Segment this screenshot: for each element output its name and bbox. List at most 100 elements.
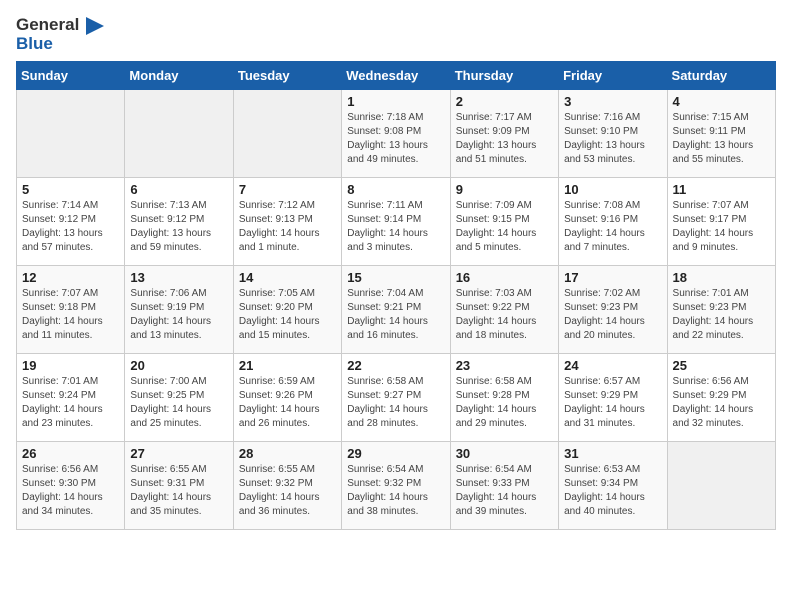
- week-row-0: 1 Sunrise: 7:18 AM Sunset: 9:08 PM Daylig…: [17, 90, 776, 178]
- weekday-header-wednesday: Wednesday: [342, 62, 450, 90]
- calendar-cell: 26Sunrise: 6:56 AM Sunset: 9:30 PM Dayli…: [17, 442, 125, 530]
- day-number: 14: [239, 270, 336, 285]
- cell-info: Sunrise: 7:05 AM Sunset: 9:20 PM Dayligh…: [239, 287, 336, 343]
- calendar-cell: 28 Sunrise: 6:55 AM Sunset: 9:32 PM Dayli…: [233, 442, 341, 530]
- calendar-cell: 6 Sunrise: 7:13 AM Sunset: 9:12 PM Daylig…: [125, 178, 233, 266]
- cell-info: Sunrise: 6:55 AM Sunset: 9:31 PM Dayligh…: [130, 463, 227, 519]
- cell-info: Sunrise: 7:02 AM Sunset: 9:23 PM Dayligh…: [564, 287, 661, 343]
- day-number: 26: [22, 446, 119, 461]
- calendar-cell: 14 Sunrise: 7:05 AM Sunset: 9:20 PM Dayli…: [233, 266, 341, 354]
- day-number: 24: [564, 358, 661, 373]
- cell-info: Sunrise: 7:18 AM Sunset: 9:08 PM Dayligh…: [347, 111, 444, 167]
- day-number: 20: [130, 358, 227, 373]
- weekday-header-thursday: Thursday: [450, 62, 558, 90]
- week-row-2: 12Sunrise: 7:07 AM Sunset: 9:18 PM Dayli…: [17, 266, 776, 354]
- day-number: 25: [673, 358, 770, 373]
- day-number: 13: [130, 270, 227, 285]
- cell-info: Sunrise: 7:08 AM Sunset: 9:16 PM Dayligh…: [564, 199, 661, 255]
- calendar-cell: 31 Sunrise: 6:53 AM Sunset: 9:34 PM Dayli…: [559, 442, 667, 530]
- calendar-cell: 24Sunrise: 6:57 AM Sunset: 9:29 PM Dayli…: [559, 354, 667, 442]
- logo-general: General: [16, 15, 79, 34]
- calendar-cell: 9 Sunrise: 7:09 AM Sunset: 9:15 PM Daylig…: [450, 178, 558, 266]
- week-row-1: 5 Sunrise: 7:14 AM Sunset: 9:12 PM Daylig…: [17, 178, 776, 266]
- calendar-cell: [125, 90, 233, 178]
- cell-info: Sunrise: 7:13 AM Sunset: 9:12 PM Dayligh…: [130, 199, 227, 255]
- calendar-cell: 30 Sunrise: 6:54 AM Sunset: 9:33 PM Dayli…: [450, 442, 558, 530]
- calendar-cell: 12Sunrise: 7:07 AM Sunset: 9:18 PM Dayli…: [17, 266, 125, 354]
- day-number: 31: [564, 446, 661, 461]
- calendar-cell: 27Sunrise: 6:55 AM Sunset: 9:31 PM Dayli…: [125, 442, 233, 530]
- day-number: 3: [564, 94, 661, 109]
- day-number: 17: [564, 270, 661, 285]
- page-header: General Blue: [16, 16, 776, 53]
- day-number: 15: [347, 270, 444, 285]
- cell-info: Sunrise: 7:03 AM Sunset: 9:22 PM Dayligh…: [456, 287, 553, 343]
- weekday-header-saturday: Saturday: [667, 62, 775, 90]
- calendar-cell: 21Sunrise: 6:59 AM Sunset: 9:26 PM Dayli…: [233, 354, 341, 442]
- calendar-cell: [17, 90, 125, 178]
- cell-info: Sunrise: 7:04 AM Sunset: 9:21 PM Dayligh…: [347, 287, 444, 343]
- calendar-cell: 11Sunrise: 7:07 AM Sunset: 9:17 PM Dayli…: [667, 178, 775, 266]
- day-number: 10: [564, 182, 661, 197]
- cell-info: Sunrise: 7:01 AM Sunset: 9:24 PM Dayligh…: [22, 375, 119, 431]
- cell-info: Sunrise: 7:14 AM Sunset: 9:12 PM Dayligh…: [22, 199, 119, 255]
- day-number: 9: [456, 182, 553, 197]
- cell-info: Sunrise: 7:11 AM Sunset: 9:14 PM Dayligh…: [347, 199, 444, 255]
- day-number: 21: [239, 358, 336, 373]
- calendar-cell: 3 Sunrise: 7:16 AM Sunset: 9:10 PM Daylig…: [559, 90, 667, 178]
- logo-text: General Blue: [16, 16, 104, 53]
- calendar-cell: 8Sunrise: 7:11 AM Sunset: 9:14 PM Daylig…: [342, 178, 450, 266]
- calendar-table: SundayMondayTuesdayWednesdayThursdayFrid…: [16, 61, 776, 530]
- weekday-header-monday: Monday: [125, 62, 233, 90]
- day-number: 2: [456, 94, 553, 109]
- calendar-cell: 1 Sunrise: 7:18 AM Sunset: 9:08 PM Daylig…: [342, 90, 450, 178]
- calendar-cell: 13 Sunrise: 7:06 AM Sunset: 9:19 PM Dayli…: [125, 266, 233, 354]
- day-number: 4: [673, 94, 770, 109]
- calendar-cell: 19 Sunrise: 7:01 AM Sunset: 9:24 PM Dayli…: [17, 354, 125, 442]
- calendar-cell: 4 Sunrise: 7:15 AM Sunset: 9:11 PM Daylig…: [667, 90, 775, 178]
- logo: General Blue: [16, 16, 104, 53]
- weekday-header-friday: Friday: [559, 62, 667, 90]
- cell-info: Sunrise: 7:12 AM Sunset: 9:13 PM Dayligh…: [239, 199, 336, 255]
- cell-info: Sunrise: 6:53 AM Sunset: 9:34 PM Dayligh…: [564, 463, 661, 519]
- cell-info: Sunrise: 7:06 AM Sunset: 9:19 PM Dayligh…: [130, 287, 227, 343]
- day-number: 19: [22, 358, 119, 373]
- day-number: 22: [347, 358, 444, 373]
- cell-info: Sunrise: 7:17 AM Sunset: 9:09 PM Dayligh…: [456, 111, 553, 167]
- cell-info: Sunrise: 6:55 AM Sunset: 9:32 PM Dayligh…: [239, 463, 336, 519]
- calendar-cell: 10 Sunrise: 7:08 AM Sunset: 9:16 PM Dayli…: [559, 178, 667, 266]
- day-number: 7: [239, 182, 336, 197]
- cell-info: Sunrise: 7:00 AM Sunset: 9:25 PM Dayligh…: [130, 375, 227, 431]
- day-number: 29: [347, 446, 444, 461]
- calendar-cell: 29 Sunrise: 6:54 AM Sunset: 9:32 PM Dayli…: [342, 442, 450, 530]
- calendar-cell: 20 Sunrise: 7:00 AM Sunset: 9:25 PM Dayli…: [125, 354, 233, 442]
- cell-info: Sunrise: 6:58 AM Sunset: 9:28 PM Dayligh…: [456, 375, 553, 431]
- day-number: 30: [456, 446, 553, 461]
- calendar-cell: 7 Sunrise: 7:12 AM Sunset: 9:13 PM Daylig…: [233, 178, 341, 266]
- cell-info: Sunrise: 7:15 AM Sunset: 9:11 PM Dayligh…: [673, 111, 770, 167]
- day-number: 1: [347, 94, 444, 109]
- day-number: 28: [239, 446, 336, 461]
- day-number: 18: [673, 270, 770, 285]
- cell-info: Sunrise: 7:16 AM Sunset: 9:10 PM Dayligh…: [564, 111, 661, 167]
- week-row-4: 26Sunrise: 6:56 AM Sunset: 9:30 PM Dayli…: [17, 442, 776, 530]
- cell-info: Sunrise: 7:07 AM Sunset: 9:18 PM Dayligh…: [22, 287, 119, 343]
- calendar-cell: [667, 442, 775, 530]
- calendar-cell: 17 Sunrise: 7:02 AM Sunset: 9:23 PM Dayli…: [559, 266, 667, 354]
- cell-info: Sunrise: 7:07 AM Sunset: 9:17 PM Dayligh…: [673, 199, 770, 255]
- calendar-cell: 15 Sunrise: 7:04 AM Sunset: 9:21 PM Dayli…: [342, 266, 450, 354]
- cell-info: Sunrise: 6:58 AM Sunset: 9:27 PM Dayligh…: [347, 375, 444, 431]
- weekday-header-tuesday: Tuesday: [233, 62, 341, 90]
- cell-info: Sunrise: 6:54 AM Sunset: 9:32 PM Dayligh…: [347, 463, 444, 519]
- day-number: 6: [130, 182, 227, 197]
- weekday-header-row: SundayMondayTuesdayWednesdayThursdayFrid…: [17, 62, 776, 90]
- calendar-cell: [233, 90, 341, 178]
- calendar-cell: 25 Sunrise: 6:56 AM Sunset: 9:29 PM Dayli…: [667, 354, 775, 442]
- cell-info: Sunrise: 7:09 AM Sunset: 9:15 PM Dayligh…: [456, 199, 553, 255]
- logo-arrow-icon: [86, 17, 104, 35]
- day-number: 5: [22, 182, 119, 197]
- calendar-cell: 5 Sunrise: 7:14 AM Sunset: 9:12 PM Daylig…: [17, 178, 125, 266]
- cell-info: Sunrise: 6:56 AM Sunset: 9:29 PM Dayligh…: [673, 375, 770, 431]
- day-number: 16: [456, 270, 553, 285]
- cell-info: Sunrise: 6:54 AM Sunset: 9:33 PM Dayligh…: [456, 463, 553, 519]
